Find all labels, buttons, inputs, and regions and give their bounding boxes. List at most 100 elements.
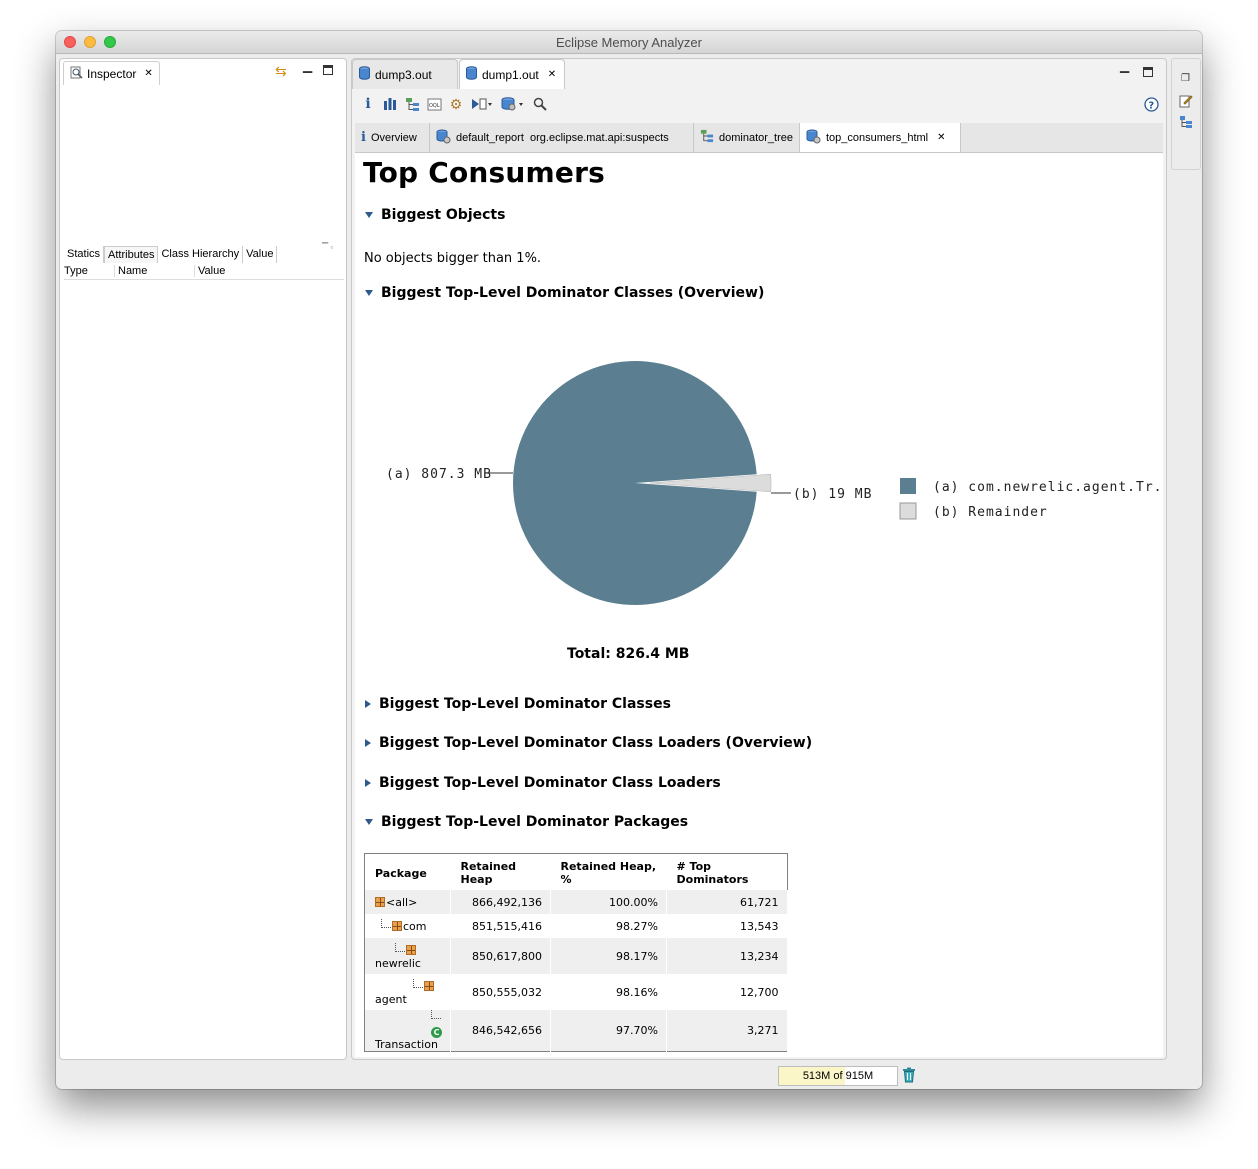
maximize-view-icon[interactable]	[323, 64, 333, 78]
help-icon[interactable]: ?	[1143, 96, 1159, 112]
link-with-editor-icon[interactable]: ⇆	[275, 63, 287, 80]
subpanel-min-max-icon[interactable]: ▔ ▫	[322, 243, 333, 252]
column-package[interactable]: Package	[365, 854, 451, 891]
window-title: Eclipse Memory Analyzer	[556, 35, 702, 50]
table-row[interactable]: agent 850,555,032 98.16% 12,700	[364, 974, 788, 1010]
tree-connector	[413, 978, 423, 988]
column-type[interactable]: Type	[64, 265, 88, 277]
package-cell: <all>	[364, 890, 451, 914]
section-biggest-objects[interactable]: Biggest Objects	[365, 207, 505, 223]
package-cell: agent	[364, 974, 451, 1010]
package-cell: C Transaction	[364, 1010, 451, 1052]
tab-class-hierarchy[interactable]: Class Hierarchy	[158, 246, 244, 263]
pie-chart: (a) 807.3 MB (b) 19 MB (a) com.newrelic.ag…	[386, 361, 1163, 605]
package-cell: com	[364, 914, 451, 938]
chart-total: Total: 826.4 MB	[567, 646, 690, 662]
gear-icon[interactable]: ⚙	[448, 96, 464, 112]
column-name[interactable]: Name	[114, 265, 147, 277]
oql-icon[interactable]: OQL	[426, 96, 442, 112]
report-icon	[806, 129, 821, 147]
top-dominators-cell: 3,271	[666, 1010, 788, 1052]
retained-heap-pct-cell: 98.17%	[550, 938, 667, 974]
slice-label-b: (b) 19 MB	[793, 487, 872, 502]
tab-default-report[interactable]: default_report org.eclipse.mat.api:suspe…	[430, 123, 694, 152]
expand-down-icon	[365, 212, 373, 218]
dominator-tree-icon[interactable]	[404, 96, 420, 112]
maximize-editor-icon[interactable]	[1143, 66, 1153, 80]
retained-heap-pct-cell: 97.70%	[550, 1010, 667, 1052]
section-dominator-classes-overview[interactable]: Biggest Top-Level Dominator Classes (Ove…	[365, 285, 764, 301]
query-browser-icon[interactable]	[500, 96, 526, 112]
close-icon[interactable]: ✕	[548, 69, 556, 80]
section-class-loaders[interactable]: Biggest Top-Level Dominator Class Loader…	[365, 775, 721, 791]
section-packages[interactable]: Biggest Top-Level Dominator Packages	[365, 814, 688, 830]
editor-tab-dump3[interactable]: dump3.out	[352, 59, 458, 89]
heap-dump-icon	[359, 66, 370, 83]
query-tab-label: Overview	[370, 131, 417, 144]
app-window: Eclipse Memory Analyzer Inspector ✕ ⇆ ▁ …	[56, 31, 1202, 1089]
dominator-tree-icon	[700, 129, 714, 146]
tab-inspector[interactable]: Inspector ✕	[63, 61, 160, 85]
column-retained-heap-pct[interactable]: Retained Heap, %	[551, 854, 667, 891]
inspector-icon	[70, 66, 83, 82]
tree-connector	[431, 1010, 441, 1019]
minimize-view-icon[interactable]: ▁	[303, 59, 312, 73]
tab-statics[interactable]: Statics	[64, 246, 105, 263]
package-name: agent	[375, 992, 407, 1006]
editor-tab-dump1[interactable]: dump1.out ✕	[459, 59, 565, 89]
editor-area: dump3.out dump1.out ✕ ▁ i OQL ⚙ ? i Over…	[351, 58, 1167, 1060]
close-icon[interactable]: ✕	[937, 132, 945, 143]
attributes-table-header: Type Name Value	[64, 265, 344, 280]
navigation-history-icon[interactable]	[1179, 115, 1193, 132]
package-cell: newrelic	[364, 938, 451, 974]
trash-icon[interactable]	[902, 1067, 916, 1086]
package-name: Transaction	[375, 1038, 438, 1051]
info-icon[interactable]: i	[360, 96, 376, 112]
legend-entry: (a) com.newrelic.agent.Tr...	[933, 480, 1163, 495]
package-icon	[424, 980, 434, 991]
tab-overview[interactable]: i Overview	[355, 123, 430, 152]
legend-swatch	[900, 478, 916, 494]
packages-table: Package Retained Heap Retained Heap, % #…	[364, 853, 788, 1052]
retained-heap-pct-cell: 98.27%	[550, 914, 667, 938]
section-title: Biggest Top-Level Dominator Classes (Ove…	[381, 285, 765, 301]
search-icon[interactable]	[532, 96, 548, 112]
tab-attributes[interactable]: Attributes	[104, 246, 159, 263]
query-tab-label: default_report org.eclipse.mat.api:suspe…	[456, 131, 669, 144]
table-row[interactable]: newrelic 850,617,800 98.17% 13,234	[364, 938, 788, 974]
histogram-icon[interactable]	[382, 96, 398, 112]
section-dominator-classes[interactable]: Biggest Top-Level Dominator Classes	[365, 696, 671, 712]
retained-heap-pct-cell: 98.16%	[550, 974, 667, 1010]
editor-tab-label: dump3.out	[375, 67, 432, 82]
tab-dominator-tree[interactable]: dominator_tree	[694, 123, 800, 152]
table-row[interactable]: C Transaction 846,542,656 97.70% 3,271	[364, 1010, 788, 1052]
tab-top-consumers-html[interactable]: top_consumers_html ✕	[800, 123, 961, 152]
column-retained-heap[interactable]: Retained Heap	[451, 854, 551, 891]
notes-icon[interactable]	[1179, 94, 1193, 111]
tab-value[interactable]: Value	[243, 246, 278, 263]
expand-right-icon	[365, 779, 371, 787]
close-icon[interactable]: ✕	[144, 68, 152, 79]
run-report-icon[interactable]	[470, 96, 494, 112]
expand-right-icon	[365, 700, 371, 708]
top-dominators-cell: 61,721	[666, 890, 788, 914]
table-row[interactable]: com 851,515,416 98.27% 13,543	[364, 914, 788, 938]
section-class-loaders-overview[interactable]: Biggest Top-Level Dominator Class Loader…	[365, 735, 812, 751]
editor-tab-label: dump1.out	[482, 67, 539, 82]
svg-text:?: ?	[1148, 100, 1154, 111]
svg-text:OQL: OQL	[429, 103, 440, 109]
package-icon	[375, 896, 385, 907]
heap-status[interactable]: 513M of 915M	[778, 1066, 898, 1086]
top-dominators-cell: 12,700	[666, 974, 788, 1010]
expand-down-icon	[365, 290, 373, 296]
minimize-editor-icon[interactable]: ▁	[1120, 59, 1129, 73]
inspector-subtabs: Statics Attributes Class Hierarchy Value	[64, 246, 278, 263]
expand-right-icon	[365, 739, 371, 747]
column-value[interactable]: Value	[194, 265, 225, 277]
heap-used: 513M	[802, 1070, 831, 1082]
query-tab-label: top_consumers_html	[826, 131, 929, 144]
table-row[interactable]: <all> 866,492,136 100.00% 61,721	[364, 890, 788, 914]
restore-icon[interactable]: ❐	[1181, 73, 1190, 84]
column-top-dominators[interactable]: # Top Dominators	[667, 854, 788, 891]
query-tab-label: dominator_tree	[719, 131, 793, 144]
